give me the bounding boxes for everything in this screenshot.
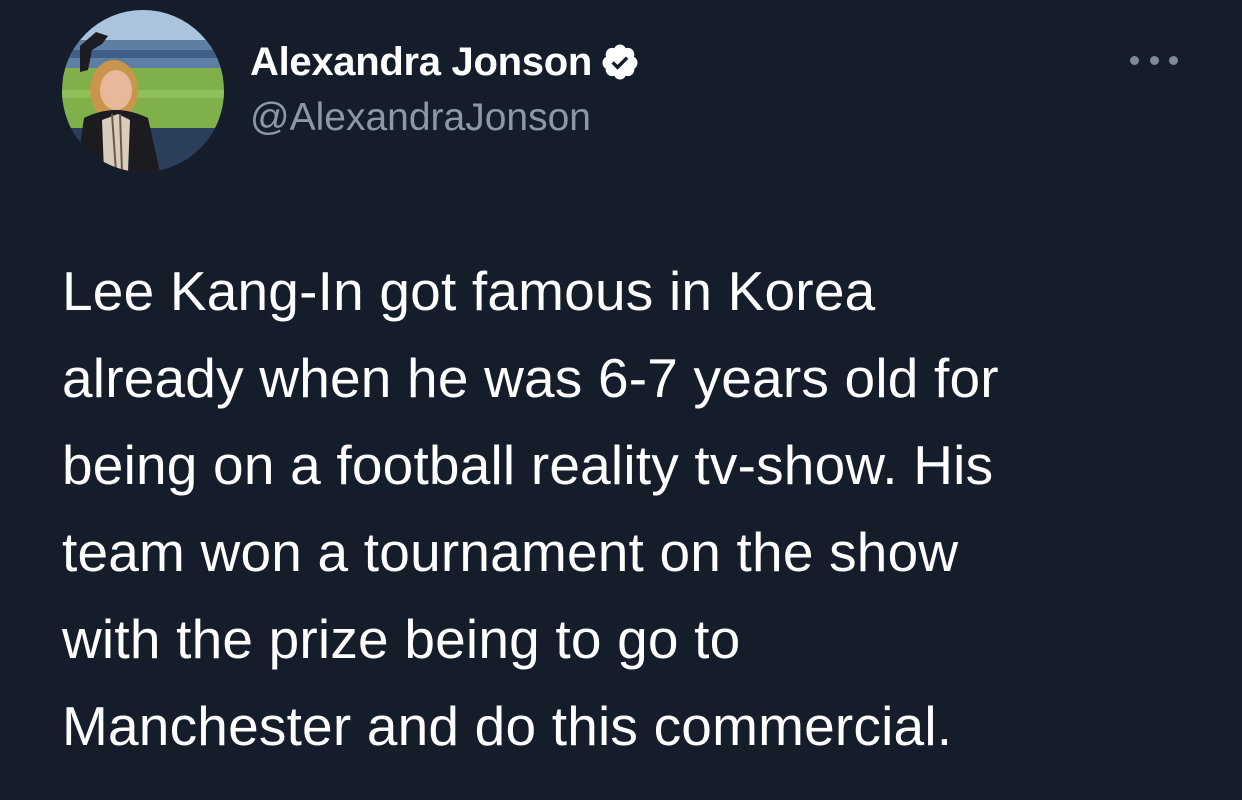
tweet-text-line: team won a tournament on the show — [62, 521, 959, 583]
tweet-text: Lee Kang-In got famous in Korea already … — [62, 248, 1232, 770]
avatar[interactable] — [62, 10, 224, 172]
author-display-name[interactable]: Alexandra Jonson — [250, 40, 592, 85]
tweet-text-line: being on a football reality tv-show. His — [62, 434, 994, 496]
avatar-photo — [62, 10, 224, 172]
tweet-card: Alexandra Jonson @AlexandraJonson Lee Ka… — [0, 0, 1242, 800]
tweet-text-line: with the prize being to go to — [62, 608, 741, 670]
more-dot — [1169, 55, 1178, 65]
author-name-row[interactable]: Alexandra Jonson — [250, 38, 640, 86]
more-options-icon[interactable] — [1130, 48, 1178, 72]
tweet-text-line: Manchester and do this commercial. — [62, 695, 953, 757]
verified-badge-icon — [600, 42, 640, 82]
more-dot — [1130, 55, 1139, 65]
tweet-text-line: Lee Kang-In got famous in Korea — [62, 260, 876, 322]
tweet-text-line: already when he was 6-7 years old for — [62, 347, 999, 409]
more-dot — [1149, 55, 1159, 65]
author-handle[interactable]: @AlexandraJonson — [250, 96, 591, 140]
